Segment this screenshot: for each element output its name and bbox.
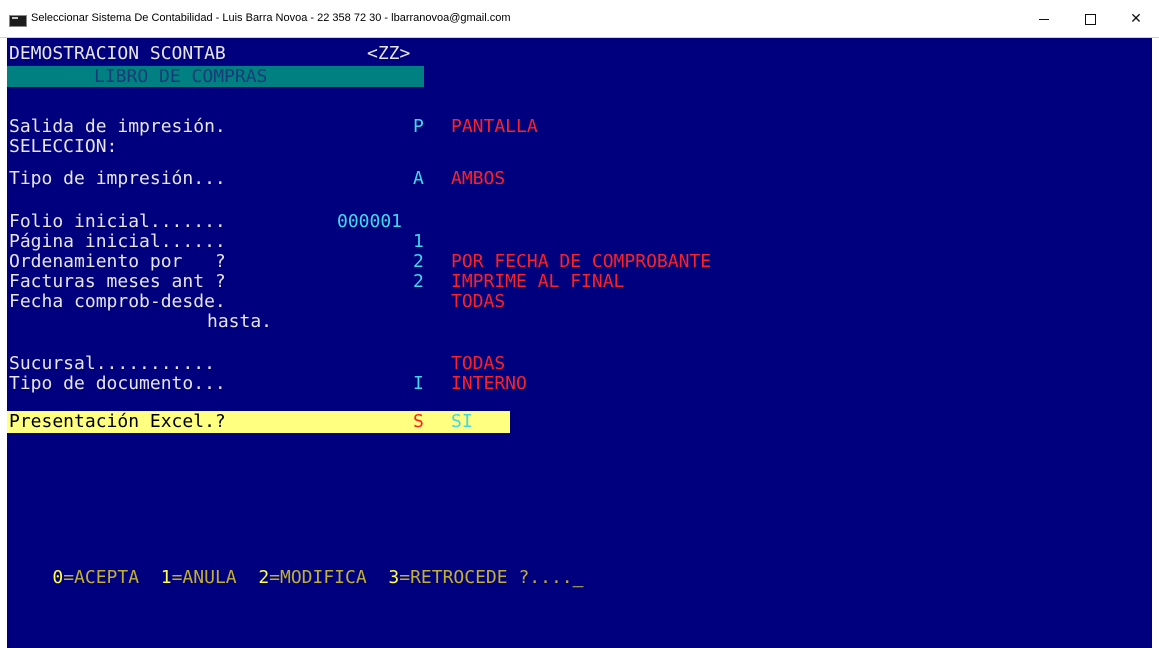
field-label-salida: Salida de impresión. [9, 116, 226, 137]
field-label-tipo-impresion: Tipo de impresión... [9, 168, 226, 189]
text-cursor[interactable]: _ [573, 567, 584, 588]
console-screen[interactable]: DEMOSTRACION SCONTAB <ZZ> LIBRO DE COMPR… [7, 38, 1152, 648]
field-value-tipo-impresion[interactable]: A [413, 169, 424, 189]
footer-options: 0=ACEPTA 1=ANULA 2=MODIFICA 3=RETROCEDE … [9, 548, 583, 608]
close-icon: ✕ [1130, 11, 1142, 27]
section-label-seleccion: SELECCION: [9, 136, 118, 157]
field-value-pagina[interactable]: 1 [413, 232, 424, 252]
console-app-icon [9, 15, 27, 27]
field-label-fecha-hasta: hasta. [207, 311, 273, 332]
field-value-excel[interactable]: S [413, 412, 424, 432]
option-accept-label[interactable]: =ACEPTA [63, 567, 139, 588]
field-desc-facturas: IMPRIME AL FINAL [451, 271, 625, 292]
field-value-facturas[interactable]: 2 [413, 272, 424, 292]
company-code: <ZZ> [367, 43, 411, 64]
field-label-sucursal: Sucursal........... [9, 353, 215, 374]
field-label-facturas: Facturas meses ant ? [9, 271, 226, 292]
field-desc-tipo-documento: INTERNO [451, 373, 527, 394]
field-value-folio[interactable]: 000001 [337, 212, 402, 232]
option-modify-key[interactable]: 2 [258, 567, 269, 588]
option-back-key[interactable]: 3 [388, 567, 399, 588]
field-desc-fecha-desde: TODAS [451, 291, 506, 312]
field-desc-ordenamiento: POR FECHA DE COMPROBANTE [451, 251, 712, 272]
field-desc-tipo-impresion: AMBOS [451, 168, 506, 189]
field-label-folio: Folio inicial....... [9, 211, 226, 232]
close-button[interactable]: ✕ [1113, 0, 1159, 38]
company-name: DEMOSTRACION SCONTAB [9, 43, 226, 64]
field-label-excel: Presentación Excel.? [9, 411, 226, 432]
field-desc-excel: SI [451, 411, 473, 432]
window-title: Seleccionar Sistema De Contabilidad - Lu… [31, 12, 511, 24]
field-label-tipo-documento: Tipo de documento... [9, 373, 226, 394]
report-title: LIBRO DE COMPRAS [94, 66, 268, 87]
field-label-pagina: Página inicial...... [9, 231, 226, 252]
field-value-ordenamiento[interactable]: 2 [413, 252, 424, 272]
minimize-icon [1039, 18, 1049, 20]
option-modify-label[interactable]: =MODIFICA [269, 567, 367, 588]
option-back-label[interactable]: =RETROCEDE ?.... [399, 567, 572, 588]
field-value-tipo-documento[interactable]: I [413, 374, 424, 394]
option-accept-key[interactable]: 0 [52, 567, 63, 588]
field-label-ordenamiento: Ordenamiento por ? [9, 251, 226, 272]
option-cancel-label[interactable]: =ANULA [172, 567, 237, 588]
maximize-button[interactable] [1067, 0, 1113, 38]
field-desc-sucursal: TODAS [451, 353, 506, 374]
field-value-salida[interactable]: P [413, 117, 424, 137]
field-label-fecha-desde: Fecha comprob-desde. [9, 291, 226, 312]
window-titlebar[interactable]: Seleccionar Sistema De Contabilidad - Lu… [0, 0, 1159, 38]
field-desc-salida: PANTALLA [451, 116, 538, 137]
maximize-icon [1084, 13, 1096, 25]
option-cancel-key[interactable]: 1 [161, 567, 172, 588]
minimize-button[interactable] [1021, 0, 1067, 38]
